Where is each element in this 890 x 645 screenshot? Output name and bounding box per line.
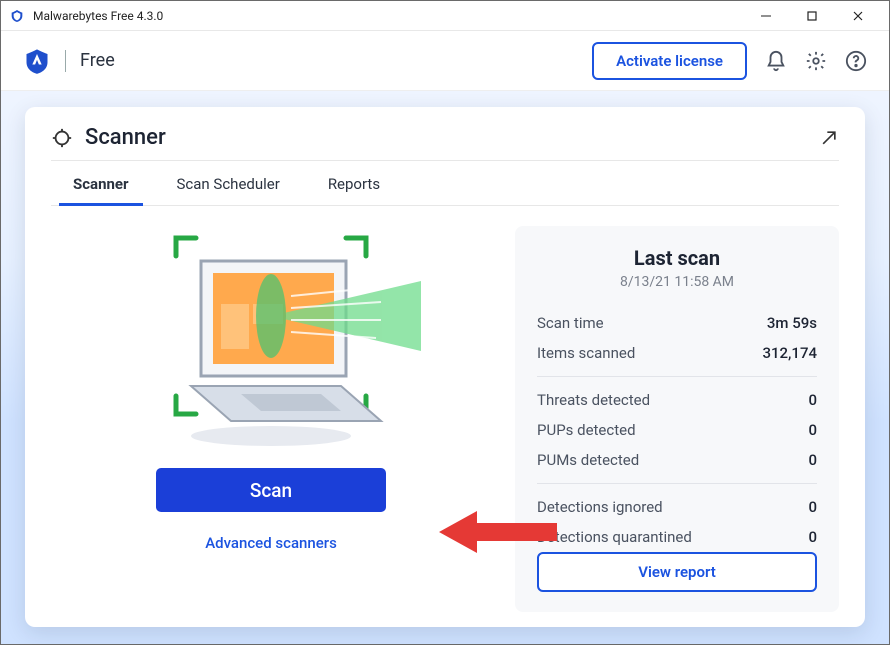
app-window: Malwarebytes Free 4.3.0 Free Activate li… <box>0 0 890 645</box>
stat-row: Scan time 3m 59s <box>537 308 817 338</box>
window-controls <box>743 1 881 30</box>
tier-label: Free <box>80 50 115 71</box>
stat-label: Threats detected <box>537 391 650 409</box>
minimize-button[interactable] <box>743 1 789 30</box>
divider <box>537 376 817 377</box>
scan-panel: Scan Advanced scanners <box>51 226 491 552</box>
brand: Free <box>23 47 115 75</box>
stat-row: Threats detected 0 <box>537 385 817 415</box>
stat-value: 0 <box>808 421 817 439</box>
advanced-scanners-link[interactable]: Advanced scanners <box>205 534 337 552</box>
help-icon[interactable] <box>845 50 867 72</box>
close-button[interactable] <box>835 1 881 30</box>
scan-button[interactable]: Scan <box>156 468 386 512</box>
gear-icon[interactable] <box>805 50 827 72</box>
scan-illustration <box>121 226 421 456</box>
stat-value: 0 <box>808 391 817 409</box>
tab-scanner[interactable]: Scanner <box>69 175 133 205</box>
stat-label: Scan time <box>537 314 604 332</box>
card-content: Scan Advanced scanners Last scan 8/13/21… <box>51 206 839 612</box>
stat-label: Detections quarantined <box>537 528 692 546</box>
stat-value: 3m 59s <box>767 314 817 332</box>
last-scan-panel: Last scan 8/13/21 11:58 AM Scan time 3m 5… <box>515 226 839 612</box>
card-header: Scanner <box>51 125 839 160</box>
stat-value: 0 <box>808 528 817 546</box>
maximize-button[interactable] <box>789 1 835 30</box>
stat-label: Items scanned <box>537 344 635 362</box>
stat-row: Detections ignored 0 <box>537 492 817 522</box>
divider <box>537 483 817 484</box>
activate-license-button[interactable]: Activate license <box>592 42 747 80</box>
stat-value: 0 <box>808 451 817 469</box>
last-scan-title: Last scan <box>537 246 817 270</box>
stat-row: PUPs detected 0 <box>537 415 817 445</box>
window-title: Malwarebytes Free 4.3.0 <box>33 9 163 23</box>
crosshair-icon <box>51 127 73 149</box>
stat-value: 0 <box>808 498 817 516</box>
brand-divider <box>65 50 66 72</box>
page-background: Scanner Scanner Scan Scheduler Reports <box>1 91 889 644</box>
stat-row: Items scanned 312,174 <box>537 338 817 368</box>
stat-label: Detections ignored <box>537 498 663 516</box>
tabs: Scanner Scan Scheduler Reports <box>51 161 839 206</box>
scanner-card: Scanner Scanner Scan Scheduler Reports <box>25 107 865 627</box>
last-scan-timestamp: 8/13/21 11:58 AM <box>537 274 817 290</box>
tab-scan-scheduler[interactable]: Scan Scheduler <box>173 175 284 205</box>
tab-reports[interactable]: Reports <box>324 175 384 205</box>
collapse-icon[interactable] <box>819 128 839 148</box>
stat-label: PUMs detected <box>537 451 639 469</box>
card-title: Scanner <box>85 125 166 150</box>
app-logo-icon <box>9 8 25 24</box>
stat-value: 312,174 <box>762 344 817 362</box>
stat-label: PUPs detected <box>537 421 636 439</box>
stat-row: Detections quarantined 0 <box>537 522 817 552</box>
brand-logo-icon <box>23 47 51 75</box>
bell-icon[interactable] <box>765 50 787 72</box>
title-bar: Malwarebytes Free 4.3.0 <box>1 1 889 31</box>
view-report-button[interactable]: View report <box>537 552 817 592</box>
stat-row: PUMs detected 0 <box>537 445 817 475</box>
app-header: Free Activate license <box>1 31 889 91</box>
